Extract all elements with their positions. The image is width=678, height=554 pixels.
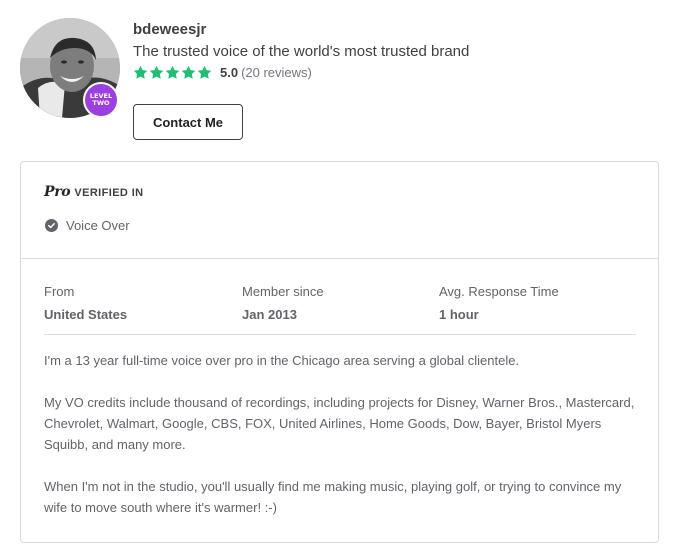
- stat-label: From: [44, 284, 75, 299]
- stat-label: Avg. Response Time: [439, 284, 559, 299]
- contact-me-button[interactable]: Contact Me: [133, 104, 243, 140]
- verified-skill-item: Voice Over: [45, 218, 130, 233]
- stat-value: United States: [44, 307, 128, 322]
- description-paragraph: When I'm not in the studio, you'll usual…: [44, 479, 622, 515]
- pro-verified-panel: Pro VERIFIED IN Voice Over: [20, 161, 659, 259]
- rating-score: 5.0: [220, 65, 239, 80]
- star-icon: [165, 65, 180, 79]
- avatar-container[interactable]: LEVEL TWO: [20, 18, 120, 118]
- stat-value: Jan 2013: [242, 307, 297, 322]
- verified-skill-label: Voice Over: [66, 218, 130, 233]
- pro-logo: Pro: [44, 184, 71, 200]
- star-icon: [181, 65, 196, 79]
- level-badge: LEVEL TWO: [83, 82, 119, 118]
- stat-member-since: Member since Jan 2013: [242, 284, 324, 322]
- seller-details-panel: From United States Member since Jan 2013…: [20, 258, 659, 543]
- rating-row[interactable]: 5.0 (20 reviews): [133, 65, 312, 80]
- stat-value: 1 hour: [439, 307, 479, 322]
- star-icon: [197, 65, 212, 79]
- star-icon: [149, 65, 164, 79]
- check-circle-icon: [45, 219, 58, 232]
- stat-label: Member since: [242, 284, 324, 299]
- description-paragraph: My VO credits include thousand of record…: [44, 395, 635, 452]
- level-badge-line-2: TWO: [92, 99, 110, 107]
- description-paragraph: I'm a 13 year full-time voice over pro i…: [44, 353, 520, 368]
- seller-username[interactable]: bdeweesjr: [133, 21, 206, 38]
- seller-tagline: The trusted voice of the world's most tr…: [133, 43, 470, 60]
- seller-description: I'm a 13 year full-time voice over pro i…: [44, 350, 644, 539]
- pro-verified-heading: Pro VERIFIED IN: [44, 184, 144, 200]
- rating-count[interactable]: (20 reviews): [241, 65, 312, 80]
- stat-from: From United States: [44, 284, 127, 322]
- star-icon: [133, 65, 148, 79]
- divider: [44, 334, 636, 335]
- seller-header: LEVEL TWO bdeweesjr The trusted voice of…: [20, 18, 660, 143]
- star-rating: [133, 65, 212, 80]
- stat-response-time: Avg. Response Time 1 hour: [439, 284, 559, 322]
- verified-in-label: VERIFIED IN: [74, 187, 144, 199]
